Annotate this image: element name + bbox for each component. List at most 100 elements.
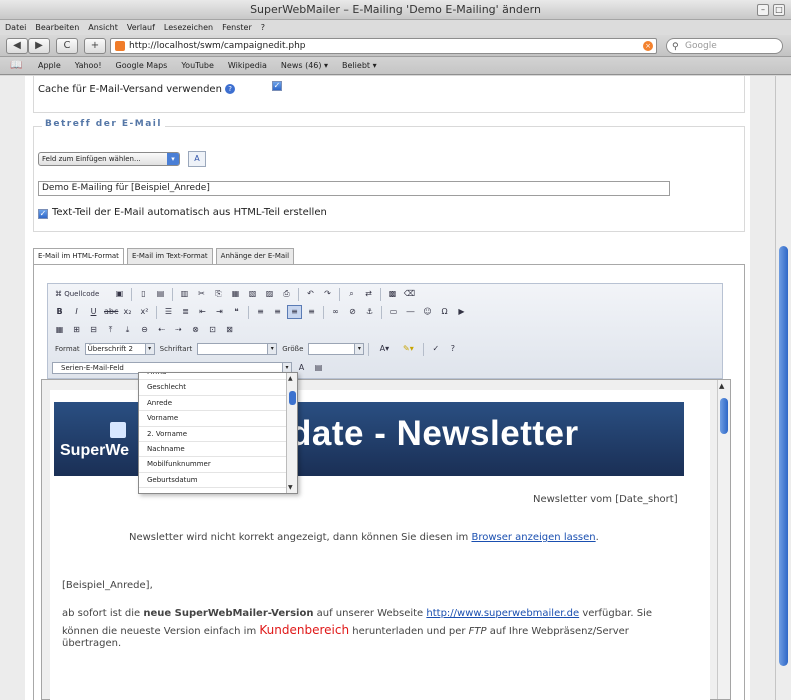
insert-col-before-icon[interactable]: ⇠ [154,323,169,337]
cut-icon[interactable]: ✂ [194,287,209,301]
menu-verlauf[interactable]: Verlauf [127,20,155,35]
customer-area-link[interactable]: Kundenbereich [259,623,349,637]
scroll-up-icon[interactable]: ▲ [719,382,724,390]
maximize-button[interactable]: □ [773,4,785,16]
bookmark-apple[interactable]: Apple [38,57,61,74]
emoticon-icon[interactable]: ☺ [420,305,435,319]
replace-icon[interactable]: ⇄ [361,287,376,301]
menu-ansicht[interactable]: Ansicht [88,20,118,35]
image-icon[interactable]: ▭ [386,305,401,319]
row-props-icon[interactable]: ⊞ [69,323,84,337]
merge-field-option[interactable]: Firma [139,373,297,381]
window-scrollbar[interactable] [775,76,791,700]
auto-text-checkbox[interactable]: ✓ [38,209,48,219]
editor-scroll-thumb[interactable] [720,398,728,434]
align-left-icon[interactable]: ≡ [253,305,268,319]
minimize-button[interactable]: – [757,4,769,16]
insert-field-button[interactable]: A [188,151,206,167]
spellcheck-icon[interactable]: ✓ [428,342,443,356]
remove-format-icon[interactable]: ⌫ [402,287,417,301]
menu-fenster[interactable]: Fenster [222,20,252,35]
subscript-icon[interactable]: x₂ [120,305,135,319]
help-icon[interactable]: ? [225,84,236,94]
italic-icon[interactable]: I [69,305,84,319]
merge-field-option[interactable]: Mobilfunknummer [139,457,297,473]
bookmark-beliebt[interactable]: Beliebt ▾ [342,57,377,74]
merge-field-option[interactable]: Vorname [139,411,297,427]
add-bookmark-button[interactable]: + [84,38,106,54]
search-input[interactable]: ⚲ Google [666,38,783,54]
scroll-up-icon[interactable]: ▲ [288,375,293,382]
stop-icon[interactable]: × [643,41,653,51]
browser-view-link[interactable]: Browser anzeigen lassen [471,532,595,543]
blockquote-icon[interactable]: ❝ [229,305,244,319]
unordered-list-icon[interactable]: ☰ [161,305,176,319]
underline-icon[interactable]: U [86,305,101,319]
menu-help[interactable]: ? [261,20,265,35]
paste-icon[interactable]: ▦ [228,287,243,301]
anchor-icon[interactable]: ⚓ [362,305,377,319]
reload-button[interactable]: C [56,38,78,54]
merge-field-help-icon[interactable]: ▤ [311,361,326,375]
bookmark-youtube[interactable]: YouTube [181,57,214,74]
find-icon[interactable]: ⌕ [344,287,359,301]
dropdown-scrollbar[interactable]: ▲ ▼ [286,373,297,493]
bookmark-wikipedia[interactable]: Wikipedia [228,57,267,74]
superscript-icon[interactable]: x² [137,305,152,319]
ordered-list-icon[interactable]: ≣ [178,305,193,319]
special-char-icon[interactable]: Ω [437,305,452,319]
merge-field-option[interactable]: 2. Vorname [139,427,297,442]
bookmark-google-maps[interactable]: Google Maps [116,57,168,74]
preview-icon[interactable]: ▣ [112,287,127,301]
font-size-select[interactable]: ▾ [308,343,365,355]
merge-cells-icon[interactable]: ⊠ [222,323,237,337]
website-link[interactable]: http://www.superwebmailer.de [426,608,579,619]
font-family-select[interactable]: ▾ [197,343,278,355]
subject-input[interactable]: Demo E-Mailing für [Beispiel_Anrede] [38,181,670,196]
bold-icon[interactable]: B [52,305,67,319]
print-preview-icon[interactable]: ▤ [153,287,168,301]
align-right-icon[interactable]: ≡ [287,305,302,319]
merge-field-option[interactable]: Geburtsdatum [139,473,297,489]
text-color-icon[interactable]: A▾ [373,342,395,356]
horizontal-rule-icon[interactable]: ― [403,305,418,319]
bookmark-news[interactable]: News (46) ▾ [281,57,328,74]
source-code-button[interactable]: ⌘ Quellcode [52,287,110,301]
new-document-icon[interactable]: ▯ [136,287,151,301]
select-all-icon[interactable]: ▩ [385,287,400,301]
insert-row-before-icon[interactable]: ⤒ [103,323,118,337]
unlink-icon[interactable]: ⊘ [345,305,360,319]
media-icon[interactable]: ▶ [454,305,469,319]
align-center-icon[interactable]: ≡ [270,305,285,319]
copy-icon[interactable]: ⎘ [211,287,226,301]
cache-checkbox[interactable]: ✓ [272,81,282,91]
merge-field-option[interactable]: Anrede [139,396,297,412]
split-cells-icon[interactable]: ⊡ [205,323,220,337]
tab-text-format[interactable]: E-Mail im Text-Format [126,248,213,264]
template-icon[interactable]: ▥ [177,287,192,301]
cell-props-icon[interactable]: ⊟ [86,323,101,337]
format-select[interactable]: Überschrift 2 ▾ [84,343,155,355]
editor-scrollbar[interactable]: ▲ [717,380,730,699]
redo-icon[interactable]: ↷ [320,287,335,301]
undo-icon[interactable]: ↶ [303,287,318,301]
tab-html-format[interactable]: E-Mail im HTML-Format [33,248,124,264]
outdent-icon[interactable]: ⇤ [195,305,210,319]
menu-datei[interactable]: Datei [5,20,26,35]
insert-col-after-icon[interactable]: ⇢ [171,323,186,337]
insert-row-after-icon[interactable]: ⤓ [120,323,135,337]
help-icon[interactable]: ? [445,342,460,356]
forward-button[interactable]: ▶ [28,38,50,54]
back-button[interactable]: ◀ [6,38,28,54]
align-justify-icon[interactable]: ≡ [304,305,319,319]
link-icon[interactable]: ∞ [328,305,343,319]
merge-field-option[interactable]: Geschlecht [139,380,297,396]
strikethrough-icon[interactable]: abc [103,305,118,319]
merge-field-dropdown[interactable]: Firma Geschlecht Anrede Vorname 2. Vorna… [138,372,298,494]
bookmark-yahoo[interactable]: Yahoo! [75,57,102,74]
window-scroll-thumb[interactable] [779,246,788,666]
delete-col-icon[interactable]: ⊗ [188,323,203,337]
delete-row-icon[interactable]: ⊖ [137,323,152,337]
table-icon[interactable]: ▦ [52,323,67,337]
print-icon[interactable]: ⎙ [279,287,294,301]
